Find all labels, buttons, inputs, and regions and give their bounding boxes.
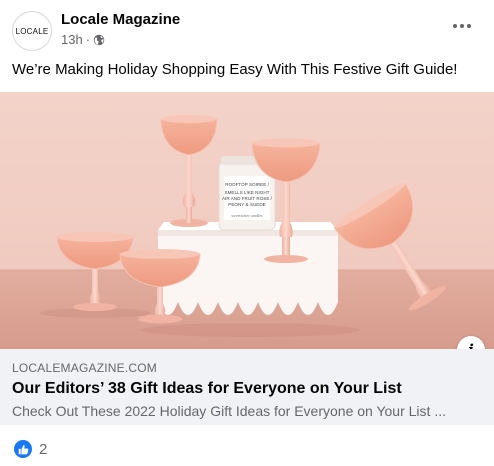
candle-brand: sweetwater candles bbox=[232, 213, 263, 218]
post-meta: 13h · bbox=[61, 32, 105, 47]
link-domain: LOCALEMAGAZINE.COM bbox=[12, 361, 157, 375]
meta-separator: · bbox=[85, 32, 91, 47]
candle-label-line2: SMELLS LIKE NIGHT bbox=[225, 190, 270, 195]
post-header: LOCALE Locale Magazine 13h · bbox=[0, 0, 494, 58]
candle-label-line3: AIR AND FRUIT ROSE / bbox=[222, 196, 273, 201]
gift-guide-photo: ROOFTOP SOIREE / SMELLS LIKE NIGHT AIR A… bbox=[0, 92, 494, 349]
reaction-count[interactable]: 2 bbox=[39, 441, 47, 458]
candle-label-line1: ROOFTOP SOIREE / bbox=[225, 182, 269, 187]
post-caption: We’re Making Holiday Shopping Easy With … bbox=[12, 61, 458, 78]
like-icon bbox=[14, 440, 32, 458]
post-timestamp[interactable]: 13h bbox=[61, 32, 83, 47]
dot-icon bbox=[460, 24, 464, 28]
author-name[interactable]: Locale Magazine bbox=[61, 11, 180, 28]
dot-icon bbox=[467, 24, 471, 28]
dot-icon bbox=[453, 24, 457, 28]
link-title[interactable]: Our Editors’ 38 Gift Ideas for Everyone … bbox=[12, 380, 402, 398]
avatar-logo-text: LOCALE bbox=[15, 26, 49, 36]
post-image[interactable]: ROOFTOP SOIREE / SMELLS LIKE NIGHT AIR A… bbox=[0, 92, 494, 349]
link-preview[interactable]: LOCALEMAGAZINE.COM Our Editors’ 38 Gift … bbox=[0, 349, 494, 425]
globe-icon bbox=[93, 34, 105, 45]
candle-label-line4: PEONY & SUEDE bbox=[228, 202, 265, 207]
page-avatar[interactable]: LOCALE bbox=[12, 11, 52, 51]
link-description: Check Out These 2022 Holiday Gift Ideas … bbox=[12, 403, 446, 419]
more-options-button[interactable] bbox=[448, 14, 476, 38]
reactions-summary[interactable]: 2 bbox=[14, 440, 47, 458]
